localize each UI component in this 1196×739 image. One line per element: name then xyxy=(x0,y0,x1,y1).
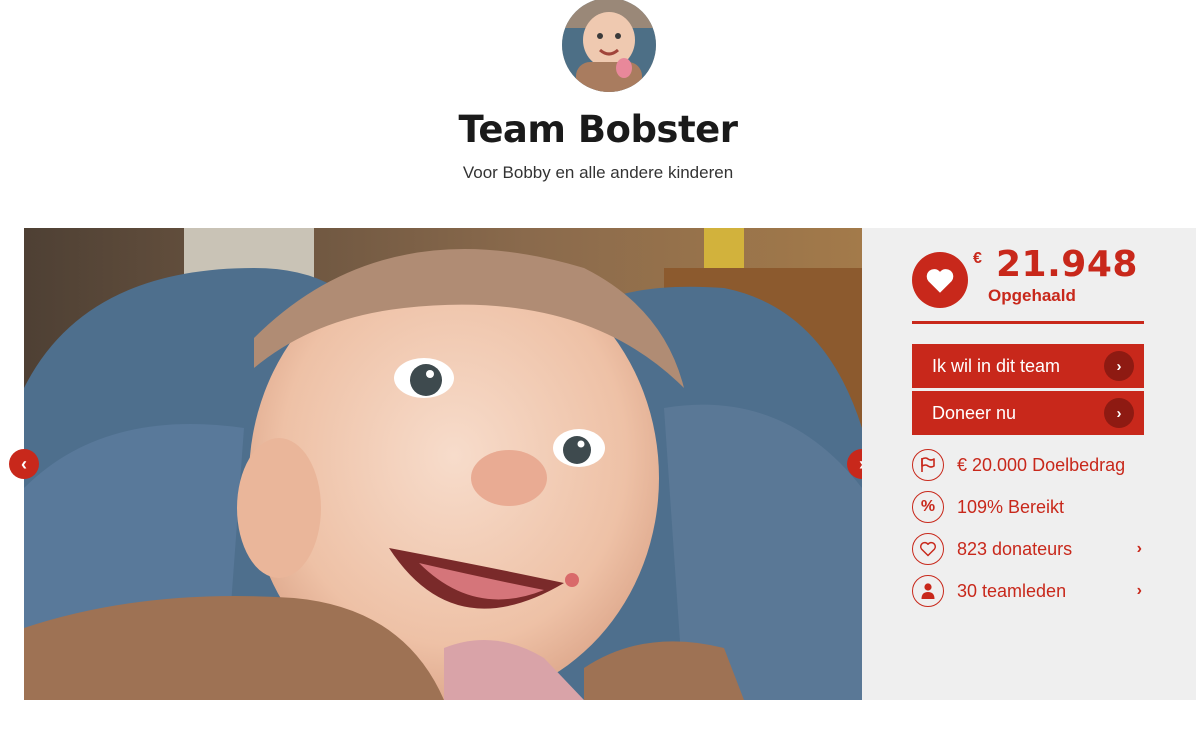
members-text: 30 teamleden xyxy=(957,580,1067,601)
page-subtitle: Voor Bobby en alle andere kinderen xyxy=(462,163,734,182)
donate-label: Doneer nu xyxy=(932,402,1017,423)
divider xyxy=(912,321,1144,324)
chevron-right-icon: › xyxy=(1104,351,1134,381)
chevron-right-icon: › xyxy=(1136,540,1142,557)
carousel-prev-button[interactable]: ‹ xyxy=(9,449,39,479)
heart-icon-shape xyxy=(926,268,954,293)
donors-text: 823 donateurs xyxy=(957,538,1073,559)
goal-text: € 20.000 Doelbedrag xyxy=(957,454,1126,475)
raised-label: Opgehaald xyxy=(988,286,1076,305)
fundraising-panel: € 21.948 Opgehaald Ik wil in dit team › … xyxy=(862,228,1196,700)
page-title: Team Bobster xyxy=(458,108,738,151)
currency-symbol: € xyxy=(973,250,982,267)
percent-icon: % xyxy=(912,491,944,523)
team-page: Team Bobster Voor Bobby en alle andere k… xyxy=(0,0,1196,739)
chevron-right-icon: › xyxy=(1104,398,1134,428)
percent-stat: % 109% Bereikt xyxy=(912,489,1144,525)
join-team-button[interactable]: Ik wil in dit team › xyxy=(912,344,1144,388)
chevron-right-icon: › xyxy=(1136,582,1142,599)
avatar-image xyxy=(562,0,656,92)
percent-text: 109% Bereikt xyxy=(957,496,1065,517)
flag-icon xyxy=(912,449,944,481)
heart-icon xyxy=(912,252,968,308)
baby-photo-image xyxy=(24,228,862,700)
team-photo xyxy=(24,228,862,700)
members-link[interactable]: 30 teamleden › xyxy=(912,573,1144,609)
team-avatar xyxy=(562,0,656,92)
amount-raised: 21.948 xyxy=(996,244,1138,285)
person-icon xyxy=(912,575,944,607)
donors-link[interactable]: 823 donateurs › xyxy=(912,531,1144,567)
join-team-label: Ik wil in dit team xyxy=(932,355,1061,376)
chevron-left-icon: ‹ xyxy=(21,454,27,474)
goal-stat: € 20.000 Doelbedrag xyxy=(912,447,1144,483)
heart-outline-icon xyxy=(912,533,944,565)
donate-button[interactable]: Doneer nu › xyxy=(912,391,1144,435)
